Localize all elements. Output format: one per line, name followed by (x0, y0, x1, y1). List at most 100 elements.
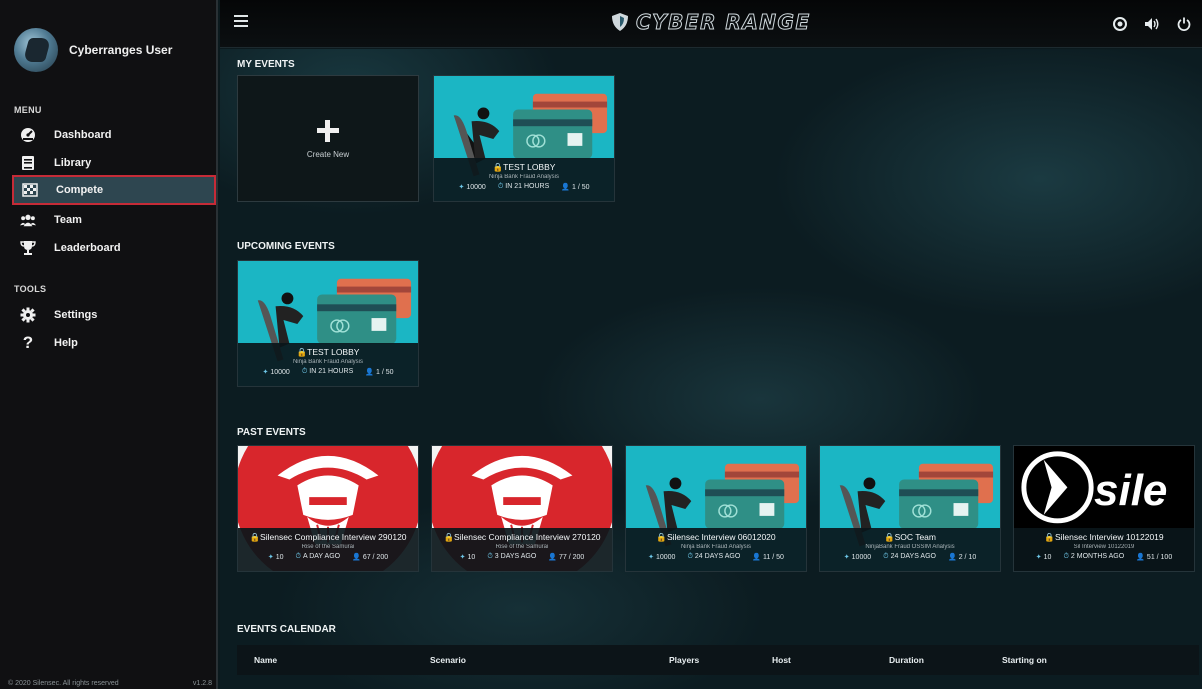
username: Cyberranges User (69, 43, 173, 57)
points-icon: ✦ (458, 184, 465, 191)
column-header-scenario[interactable]: Scenario (430, 655, 466, 665)
app-logo: CYBER RANGE (610, 10, 811, 35)
user-profile[interactable]: Cyberranges User (14, 28, 172, 72)
sidebar-item-team[interactable]: Team (12, 205, 216, 235)
timer-icon: ⏱ (1063, 553, 1069, 560)
version: v1.2.8 (192, 680, 212, 687)
question-icon: ? (22, 333, 34, 352)
volume-icon[interactable] (1142, 14, 1162, 34)
column-header-duration[interactable]: Duration (889, 655, 924, 665)
event-info: 🔒Silensec Compliance Interview 290120 Ri… (238, 528, 418, 571)
timer-icon: ⏱ (295, 553, 301, 560)
event-title: TEST LOBBY (307, 347, 360, 357)
power-icon[interactable] (1174, 14, 1194, 34)
timer-icon: ⏱ (301, 368, 308, 375)
points-icon: ✦ (262, 369, 269, 376)
players-icon: 👤 (365, 369, 374, 376)
upcoming-events-title: UPCOMING EVENTS (237, 241, 335, 252)
event-title: Silensec Compliance Interview 290120 (260, 532, 407, 542)
event-info: 🔒Silensec Interview 06012020 Ninja Bank … (626, 528, 806, 571)
event-time: A DAY AGO (303, 553, 341, 560)
timer-icon: ⏱ (487, 553, 493, 560)
event-points: 10000 (655, 554, 676, 561)
lock-icon: 🔒 (656, 532, 667, 542)
event-info: 🔒Silensec Interview 10122019 Sil Intervi… (1014, 528, 1194, 571)
players-icon: 👤 (352, 554, 361, 561)
event-card[interactable]: 🔒Silensec Compliance Interview 290120 Ri… (237, 445, 419, 572)
lock-icon: 🔒 (883, 532, 895, 542)
players-icon: 👤 (947, 554, 957, 561)
top-bar: CYBER RANGE (220, 0, 1202, 48)
trophy-icon (20, 240, 36, 256)
event-scenario: Rise of the Samurai (495, 544, 549, 550)
sidebar: Cyberranges User MENU Dashboard Library … (0, 0, 218, 689)
sidebar-item-label: Library (54, 157, 92, 169)
lock-icon: 🔒 (296, 347, 308, 357)
dashboard-icon (20, 127, 36, 143)
event-card[interactable]: 🔒Silensec Interview 06012020 Ninja Bank … (625, 445, 807, 572)
points-icon: ✦ (1035, 554, 1042, 561)
column-header-starting-on[interactable]: Starting on (1002, 655, 1047, 665)
lock-icon: 🔒 (1044, 532, 1055, 542)
create-new-event-card[interactable]: Create New (237, 75, 419, 202)
lock-icon: 🔒 (249, 532, 261, 542)
event-card[interactable]: 🔒TEST LOBBY Ninja Bank Fraud Analysis ✦ 1… (237, 260, 419, 387)
sidebar-item-compete[interactable]: Compete (12, 175, 216, 205)
sidebar-item-settings[interactable]: Settings (12, 300, 216, 330)
column-header-host[interactable]: Host (772, 655, 791, 665)
plus-icon (317, 120, 339, 142)
copyright: © 2020 Silensec. All rights reserved (8, 680, 119, 687)
event-scenario: Ninja Bank Fraud Analysis (488, 174, 560, 180)
column-header-name[interactable]: Name (254, 655, 277, 665)
event-points: 10 (275, 554, 284, 561)
event-points: 10 (1043, 554, 1052, 561)
points-icon: ✦ (648, 554, 654, 561)
sidebar-item-label: Team (54, 214, 82, 226)
event-title: SOC Team (894, 532, 936, 542)
sidebar-item-help[interactable]: ? Help (12, 328, 216, 358)
support-icon[interactable] (1110, 14, 1130, 34)
silensec-logo-text: sile (1094, 466, 1168, 515)
column-header-players[interactable]: Players (669, 655, 699, 665)
points-icon: ✦ (459, 554, 466, 561)
logo-text: CYBER RANGE (636, 10, 811, 35)
event-card[interactable]: 🔒TEST LOBBY Ninja Bank Fraud Analysis ✦ 1… (433, 75, 615, 202)
event-info: 🔒TEST LOBBY Ninja Bank Fraud Analysis ✦ 1… (238, 343, 418, 386)
sidebar-item-dashboard[interactable]: Dashboard (12, 120, 216, 150)
sidebar-item-leaderboard[interactable]: Leaderboard (12, 233, 216, 263)
event-card[interactable]: 🔒SOC Team NinjaBank Fraud OSSIM Analysis… (819, 445, 1001, 572)
checkered-flag-icon (22, 182, 38, 198)
event-card[interactable]: 🔒Silensec Compliance Interview 270120 Ri… (431, 445, 613, 572)
main-content: MY EVENTS Create New 🔒TEST LOBBY Ninja B… (220, 49, 1202, 689)
event-scenario: Ninja Bank Fraud Analysis (680, 544, 752, 550)
event-points: 10000 (851, 554, 872, 561)
event-scenario: Rise of the Samurai (301, 544, 355, 550)
hamburger-menu-icon[interactable] (234, 15, 248, 27)
sidebar-item-library[interactable]: Library (12, 148, 216, 178)
sidebar-item-label: Help (54, 337, 78, 349)
shield-logo-icon (612, 13, 628, 31)
tools-section-label: TOOLS (14, 284, 47, 294)
team-icon (20, 212, 36, 228)
players-icon: 👤 (1136, 554, 1145, 561)
past-events-title: PAST EVENTS (237, 427, 306, 438)
players-icon: 👤 (752, 554, 762, 561)
avatar[interactable] (14, 28, 58, 72)
event-info: 🔒SOC Team NinjaBank Fraud OSSIM Analysis… (820, 528, 1000, 571)
event-card[interactable]: sile 🔒Silensec Interview 10122019 Sil In… (1013, 445, 1195, 572)
event-players: 1 / 50 (375, 369, 394, 376)
event-points: 10000 (466, 184, 486, 191)
event-players: 51 / 100 (1146, 554, 1173, 561)
sidebar-item-label: Settings (54, 309, 98, 321)
event-players: 2 / 10 (958, 554, 977, 561)
gear-icon (20, 307, 36, 323)
event-info: 🔒TEST LOBBY Ninja Bank Fraud Analysis ✦ 1… (434, 158, 614, 201)
sidebar-item-label: Leaderboard (54, 242, 121, 254)
points-icon: ✦ (843, 554, 850, 561)
event-scenario: Ninja Bank Fraud Analysis (292, 359, 364, 365)
event-points: 10000 (270, 369, 290, 376)
event-time: IN 21 HOURS (505, 183, 550, 190)
event-title: Silensec Compliance Interview 270120 (454, 532, 601, 542)
my-events-title: MY EVENTS (237, 59, 295, 70)
event-players: 77 / 200 (559, 554, 585, 561)
